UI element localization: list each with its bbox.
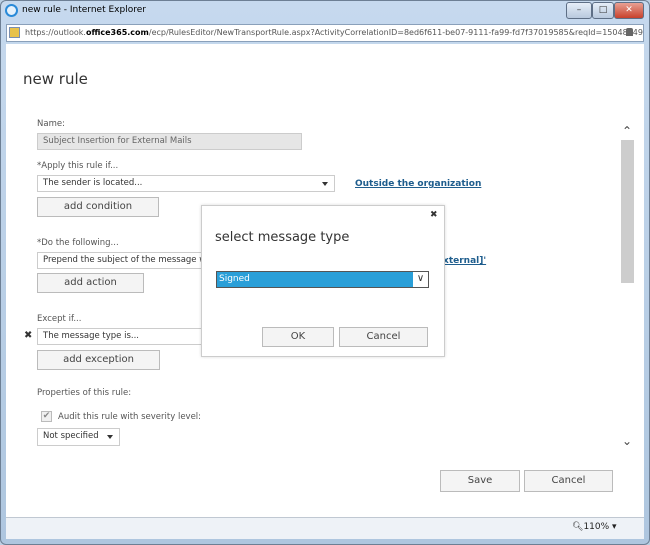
- name-input[interactable]: Subject Insertion for External Mails: [37, 133, 302, 150]
- maximize-button[interactable]: □: [592, 2, 614, 19]
- page-title: new rule: [23, 70, 88, 88]
- add-condition-button[interactable]: add condition: [37, 197, 159, 217]
- dialog-cancel-button[interactable]: Cancel: [339, 327, 428, 347]
- lock-icon: [626, 28, 633, 36]
- internet-explorer-icon: [5, 4, 18, 17]
- cancel-button[interactable]: Cancel: [524, 470, 613, 492]
- window-title: new rule - Internet Explorer: [22, 5, 146, 15]
- apply-condition-select[interactable]: The sender is located...: [37, 175, 335, 192]
- add-exception-button[interactable]: add exception: [37, 350, 160, 370]
- minimize-button[interactable]: –: [566, 2, 592, 19]
- chevron-down-icon: ∨: [413, 272, 428, 287]
- remove-exception-icon[interactable]: ✖: [24, 330, 32, 341]
- except-label: Except if...: [37, 314, 82, 324]
- scroll-down-icon[interactable]: ⌄: [622, 434, 632, 448]
- scroll-up-icon[interactable]: ⌃: [622, 124, 632, 138]
- scrollbar-thumb[interactable]: [621, 140, 634, 283]
- dropdown-caret-icon: [322, 182, 328, 186]
- status-bar: [6, 517, 644, 539]
- condition-value-link[interactable]: Outside the organization: [355, 179, 481, 189]
- zoom-level[interactable]: 🔍︎110% ▾: [572, 522, 617, 532]
- address-bar[interactable]: https://outlook.office365.com/ecp/RulesE…: [6, 24, 644, 42]
- dialog-title: select message type: [215, 230, 350, 245]
- save-button[interactable]: Save: [440, 470, 520, 492]
- properties-label: Properties of this rule:: [37, 388, 132, 398]
- close-window-button[interactable]: ✕: [614, 2, 644, 19]
- page-icon: [9, 27, 20, 38]
- do-label: *Do the following...: [37, 238, 119, 248]
- audit-label: Audit this rule with severity level:: [58, 412, 202, 422]
- message-type-select[interactable]: Signed ∨: [216, 271, 429, 288]
- dropdown-caret-icon: [107, 435, 113, 439]
- apply-label: *Apply this rule if...: [37, 161, 119, 171]
- name-label: Name:: [37, 119, 65, 129]
- audit-checkbox[interactable]: ✔: [41, 411, 52, 422]
- zoom-icon: 🔍︎: [572, 522, 584, 532]
- dialog-ok-button[interactable]: OK: [262, 327, 334, 347]
- add-action-button[interactable]: add action: [37, 273, 144, 293]
- dialog-close-icon[interactable]: ✖: [430, 210, 438, 220]
- severity-select[interactable]: Not specified: [37, 428, 120, 446]
